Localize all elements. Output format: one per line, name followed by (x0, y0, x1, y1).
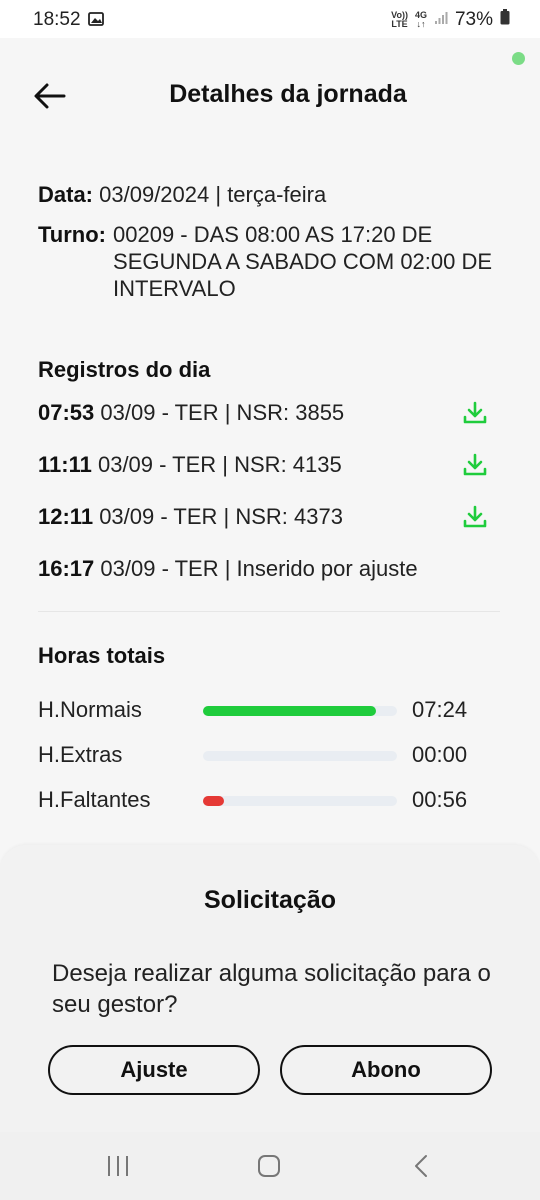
recent-apps-icon[interactable] (106, 1154, 130, 1183)
system-nav-bar (0, 1132, 540, 1200)
status-right: Vo)) LTE 4G ↓↑ 73% (391, 9, 510, 31)
ajuste-button[interactable]: Ajuste (48, 1045, 260, 1095)
registro-time: 16:17 (38, 556, 95, 581)
turno-label: Turno: (38, 222, 107, 247)
back-icon[interactable] (410, 1154, 434, 1183)
data-row: Data: 03/09/2024 | terça-feira (38, 182, 326, 208)
status-time: 18:52 (33, 9, 81, 30)
registro-text: 12:11 03/09 - TER | NSR: 4373 (38, 504, 343, 530)
registro-row: 16:17 03/09 - TER | Inserido por ajuste (38, 556, 498, 582)
registro-row: 11:11 03/09 - TER | NSR: 4135 (38, 452, 498, 478)
image-icon (88, 12, 104, 31)
hours-bar-fill (203, 796, 225, 806)
registro-detail: 03/09 - TER | NSR: 3855 (100, 400, 345, 425)
download-icon[interactable] (462, 452, 488, 478)
hours-label: H.Extras (38, 742, 123, 767)
divider (38, 611, 500, 612)
home-icon[interactable] (257, 1154, 281, 1183)
solicitacao-sheet: Solicitação Deseja realizar alguma solic… (0, 845, 540, 1145)
battery-icon (500, 9, 510, 31)
hours-bar-track (203, 796, 397, 806)
volte-indicator: Vo)) LTE (391, 11, 408, 29)
registro-row: 07:53 03/09 - TER | NSR: 3855 (38, 400, 498, 426)
volte-bottom: LTE (391, 19, 408, 29)
registro-text: 07:53 03/09 - TER | NSR: 3855 (38, 400, 344, 426)
registro-time: 12:11 (38, 504, 94, 529)
data-label: Data: (38, 182, 94, 207)
download-icon[interactable] (462, 400, 488, 426)
registro-detail: 03/09 - TER | Inserido por ajuste (100, 556, 418, 581)
registro-row: 12:11 03/09 - TER | NSR: 4373 (38, 504, 498, 530)
turno-row: Turno: 00209 - DAS 08:00 AS 17:20 DE SEG… (38, 221, 503, 302)
horas-title: Horas totais (38, 643, 166, 668)
network-indicator: 4G ↓↑ (415, 11, 427, 29)
page-title: Detalhes da jornada (169, 80, 407, 108)
registro-text: 11:11 03/09 - TER | NSR: 4135 (38, 452, 342, 478)
status-bar: 18:52 Vo)) LTE 4G ↓↑ 73% (0, 0, 540, 38)
hours-value: 07:24 (412, 697, 468, 722)
hours-bar-track (203, 706, 397, 716)
abono-button[interactable]: Abono (280, 1045, 492, 1095)
turno-value: 00209 - DAS 08:00 AS 17:20 DE SEGUNDA A … (113, 222, 493, 301)
hours-label: H.Normais (38, 697, 142, 722)
hours-label: H.Faltantes (38, 787, 151, 812)
signal-icon (434, 9, 448, 31)
hours-value: 00:00 (412, 742, 468, 767)
data-value: 03/09/2024 | terça-feira (99, 182, 327, 207)
hours-bar-fill (203, 706, 376, 716)
registro-time: 07:53 (38, 400, 95, 425)
sheet-message: Deseja realizar alguma solicitação para … (52, 960, 491, 1018)
battery-percent: 73% (454, 9, 493, 30)
registros-title: Registros do dia (38, 357, 211, 382)
sheet-title: Solicitação (204, 886, 336, 914)
hours-value: 00:56 (412, 787, 468, 812)
registro-time: 11:11 (38, 452, 92, 477)
hours-bar-track (203, 751, 397, 761)
registro-detail: 03/09 - TER | NSR: 4135 (97, 452, 342, 477)
registro-detail: 03/09 - TER | NSR: 4373 (99, 504, 343, 529)
download-icon[interactable] (462, 504, 488, 530)
status-dot (512, 52, 525, 65)
network-activity: ↓↑ (416, 19, 426, 29)
registro-text: 16:17 03/09 - TER | Inserido por ajuste (38, 556, 418, 582)
